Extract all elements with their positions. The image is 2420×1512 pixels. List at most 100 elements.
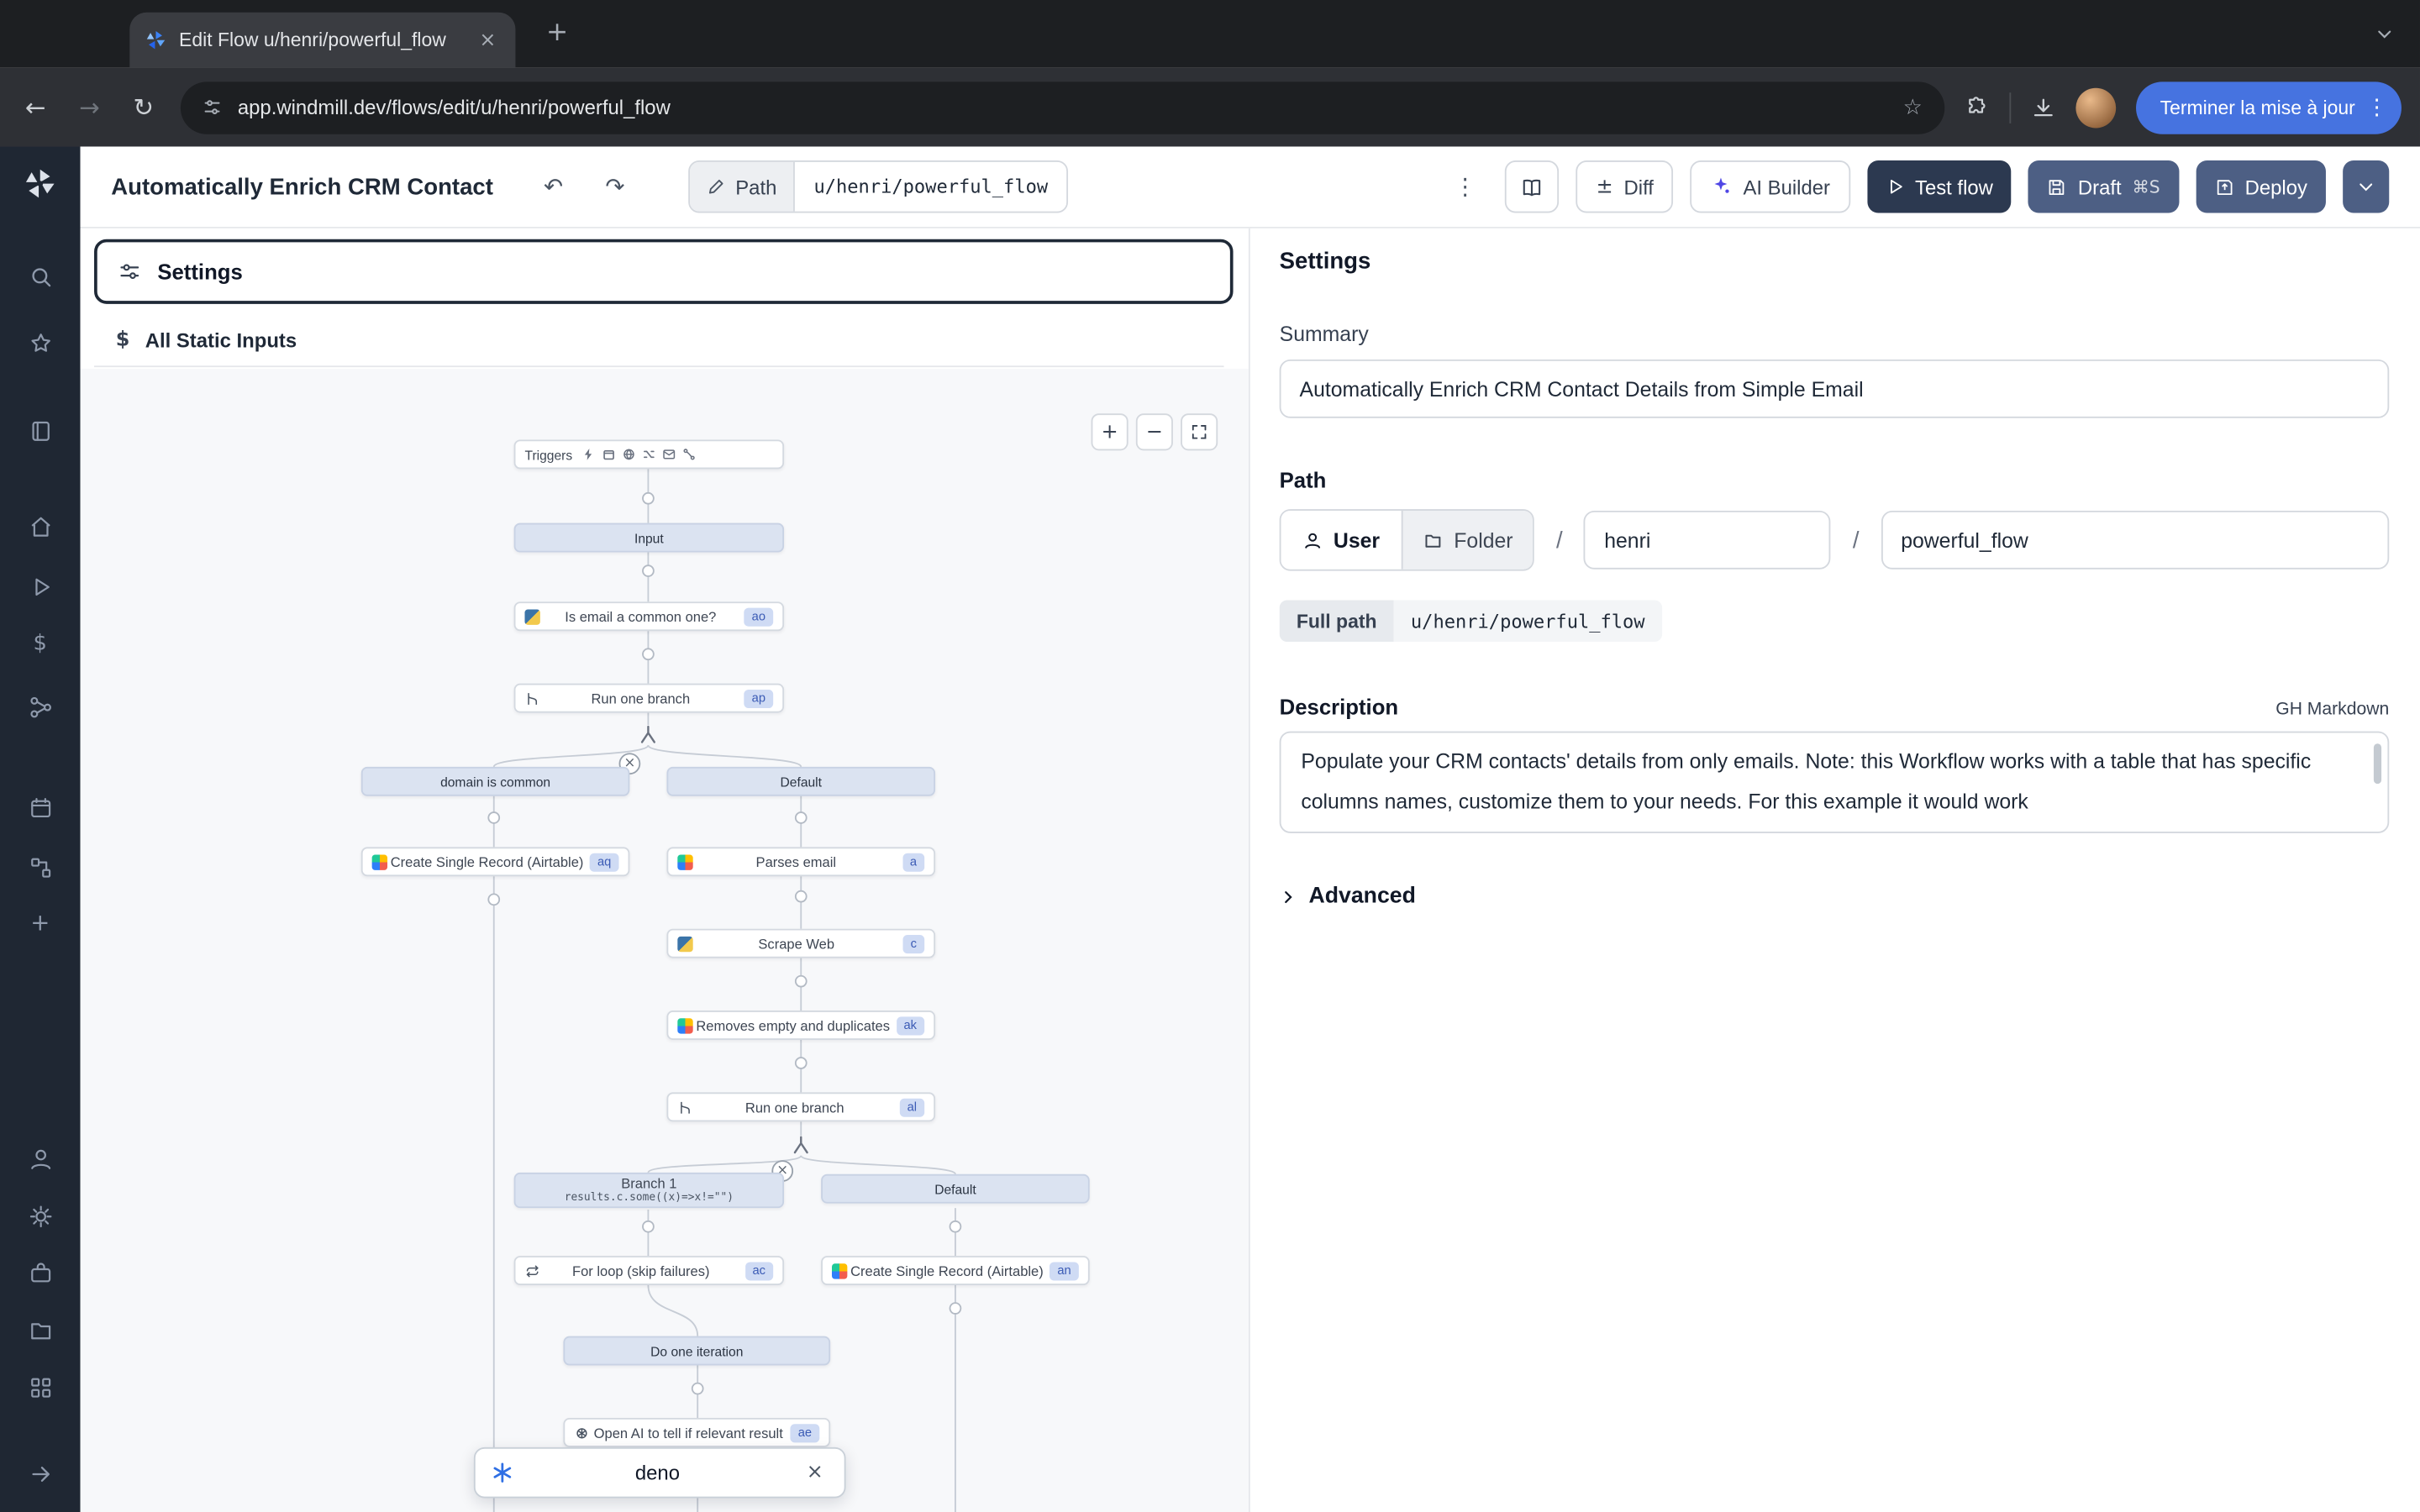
node-label: Parses email — [696, 854, 896, 869]
flow-node-branch-default-1[interactable]: Default — [666, 767, 935, 796]
undo-button[interactable]: ↶ — [530, 164, 576, 210]
insert-step-dot[interactable] — [795, 890, 808, 903]
sidebar-item-apps[interactable] — [0, 1375, 81, 1401]
deploy-dropdown-button[interactable] — [2343, 160, 2389, 213]
insert-step-dot[interactable] — [795, 975, 808, 988]
site-settings-icon[interactable] — [203, 97, 223, 118]
owner-kind-user[interactable]: User — [1281, 511, 1401, 570]
url-text: app.windmill.dev/flows/edit/u/henri/powe… — [238, 96, 1887, 119]
description-textarea[interactable]: Populate your CRM contacts' details from… — [1280, 732, 2390, 833]
sidebar-item-user[interactable] — [0, 1147, 81, 1173]
fullscreen-button[interactable] — [1181, 413, 1218, 450]
flow-node-is-email-common[interactable]: Is email a common one? ao — [514, 601, 784, 631]
ai-builder-button[interactable]: AI Builder — [1691, 160, 1850, 213]
flow-node-branch-1[interactable]: Branch 1 results.c.some((x)=>x!="") — [514, 1173, 784, 1208]
flow-settings-card[interactable]: Settings — [94, 239, 1234, 304]
flow-node-create-record-2[interactable]: Create Single Record (Airtable) an — [821, 1256, 1090, 1285]
header-path-chip[interactable]: Path u/henri/powerful_flow — [687, 160, 1068, 213]
insert-step-dot[interactable] — [642, 492, 655, 505]
diff-button[interactable]: ± Diff — [1576, 160, 1674, 213]
tab-search-chevron-icon[interactable] — [2368, 17, 2402, 50]
insert-step-dot[interactable] — [487, 811, 500, 824]
profile-avatar[interactable] — [2075, 87, 2116, 128]
forward-button[interactable]: → — [72, 92, 106, 122]
deploy-button[interactable]: Deploy — [2196, 160, 2326, 213]
path-owner-input[interactable] — [1584, 511, 1831, 570]
insert-step-dot[interactable] — [795, 1057, 808, 1069]
flow-title[interactable]: Automatically Enrich CRM Contact — [111, 174, 493, 200]
path-chip-label: Path — [735, 175, 776, 198]
flow-node-removes-empty[interactable]: Removes empty and duplicates ak — [666, 1011, 935, 1040]
browser-menu-kebab-icon[interactable]: ⋮ — [2365, 95, 2389, 119]
language-popup-label: deno — [526, 1461, 788, 1484]
sidebar-item-schedules[interactable] — [0, 795, 81, 821]
test-flow-button[interactable]: Test flow — [1867, 160, 2012, 213]
insert-step-dot[interactable] — [642, 564, 655, 577]
header-kebab-icon[interactable]: ⋮ — [1442, 164, 1488, 210]
flow-node-create-record-1[interactable]: Create Single Record (Airtable) aq — [361, 847, 630, 876]
flow-node-triggers[interactable]: Triggers — [514, 439, 784, 469]
flow-node-branch-domain[interactable]: domain is common — [361, 767, 630, 796]
zoom-out-button[interactable]: − — [1136, 413, 1173, 450]
sidebar-expand-arrow-icon[interactable] — [0, 1461, 81, 1487]
browser-update-button[interactable]: Terminer la mise à jour ⋮ — [2135, 81, 2402, 133]
sidebar-item-home[interactable] — [0, 514, 81, 540]
sidebar-item-settings[interactable] — [0, 1204, 81, 1230]
back-button[interactable]: ← — [18, 92, 52, 122]
sidebar-item-workers[interactable] — [0, 1261, 81, 1287]
flow-node-input[interactable]: Input — [514, 523, 784, 553]
description-scrollbar[interactable] — [2374, 743, 2381, 784]
tab-title: Edit Flow u/henri/powerful_flow — [179, 29, 463, 51]
language-popup[interactable]: deno × — [474, 1447, 846, 1499]
flow-node-run-one-branch-2[interactable]: Run one branch al — [666, 1092, 935, 1121]
sidebar-item-runs[interactable] — [0, 574, 81, 600]
flow-graph-canvas[interactable]: × × + − Triggers Input — [81, 369, 1249, 1512]
address-bar[interactable]: app.windmill.dev/flows/edit/u/henri/powe… — [181, 81, 1944, 133]
flow-node-scrape-web[interactable]: Scrape Web c — [666, 929, 935, 958]
advanced-toggle[interactable]: Advanced — [1280, 884, 2390, 908]
zoom-in-button[interactable]: + — [1092, 413, 1128, 450]
path-chip-value[interactable]: u/henri/powerful_flow — [795, 162, 1066, 212]
sidebar-item-variables[interactable]: $ — [0, 631, 81, 655]
insert-step-dot[interactable] — [642, 1221, 655, 1233]
flow-node-do-one-iteration[interactable]: Do one iteration — [563, 1336, 830, 1366]
docs-book-button[interactable] — [1505, 160, 1559, 213]
node-badge: a — [902, 853, 925, 871]
path-name-input[interactable] — [1881, 511, 2389, 570]
sidebar-item-resources[interactable] — [0, 695, 81, 721]
insert-step-dot[interactable] — [692, 1383, 704, 1395]
node-label: Default — [781, 774, 822, 789]
flow-node-for-loop[interactable]: For loop (skip failures) ac — [514, 1256, 784, 1285]
insert-step-dot[interactable] — [795, 811, 808, 824]
insert-step-dot[interactable] — [642, 648, 655, 660]
sidebar-item-docs[interactable] — [0, 418, 81, 444]
sidebar-item-flows[interactable] — [0, 855, 81, 881]
flow-node-branch-default-2[interactable]: Default — [821, 1174, 1090, 1204]
loop-icon — [524, 1263, 539, 1278]
all-static-inputs-row[interactable]: $ All Static Inputs — [94, 315, 1223, 367]
owner-kind-folder[interactable]: Folder — [1402, 511, 1534, 570]
sidebar-item-folders[interactable] — [0, 1318, 81, 1344]
flow-node-parses-email[interactable]: Parses email a — [666, 847, 935, 876]
insert-step-dot[interactable] — [487, 893, 500, 906]
redo-button[interactable]: ↷ — [592, 164, 638, 210]
insert-step-dot[interactable] — [950, 1221, 962, 1233]
tab-close-icon[interactable]: × — [476, 29, 500, 52]
sidebar-item-favorites[interactable] — [0, 330, 81, 356]
route-icon — [682, 448, 697, 462]
draft-button[interactable]: Draft ⌘S — [2028, 160, 2178, 213]
flow-node-run-one-branch-1[interactable]: Run one branch ap — [514, 684, 784, 713]
windmill-logo[interactable] — [0, 166, 81, 200]
sidebar-item-add[interactable]: + — [0, 909, 81, 937]
popup-close-icon[interactable]: × — [801, 1461, 829, 1484]
new-tab-button[interactable]: + — [540, 17, 574, 48]
bookmark-star-icon[interactable]: ☆ — [1903, 95, 1923, 119]
sidebar-item-search[interactable] — [0, 264, 81, 290]
extensions-icon[interactable] — [1964, 95, 1988, 119]
browser-tab[interactable]: Edit Flow u/henri/powerful_flow × — [129, 13, 515, 68]
flow-node-openai[interactable]: Open AI to tell if relevant result ae — [563, 1418, 830, 1447]
insert-step-dot[interactable] — [950, 1302, 962, 1315]
summary-input[interactable] — [1280, 360, 2390, 418]
reload-button[interactable]: ↻ — [127, 92, 160, 122]
download-icon[interactable] — [2030, 95, 2054, 119]
